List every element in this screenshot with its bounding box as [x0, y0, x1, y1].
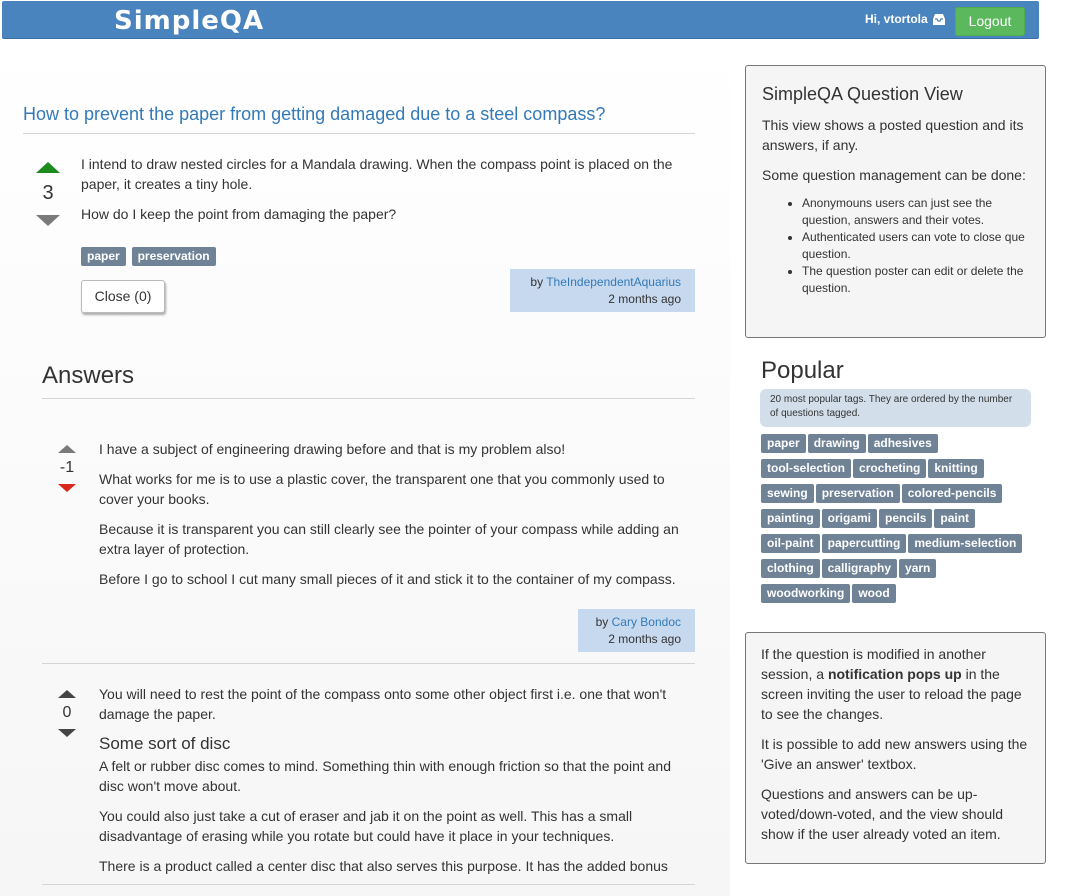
answer-paragraph: Because it is transparent you can still … — [99, 521, 679, 557]
answer-paragraph: A felt or rubber disc comes to mind. Som… — [99, 758, 671, 794]
brand-logo-text: Simple — [114, 6, 220, 36]
brand-logo[interactable]: SimpleQA — [114, 6, 264, 36]
tag-origami[interactable]: origami — [821, 509, 878, 528]
panel-text: Questions and answers can be up-voted/do… — [761, 786, 1004, 842]
tag-crocheting[interactable]: crocheting — [853, 459, 927, 478]
divider — [23, 133, 695, 134]
question-tags: paper preservation — [81, 247, 218, 272]
downvote-icon[interactable] — [36, 215, 60, 226]
tag-wood[interactable]: wood — [852, 584, 896, 603]
tag-pencils[interactable]: pencils — [879, 509, 933, 528]
question-paragraph: How do I keep the point from damaging th… — [81, 206, 397, 222]
tag-paint[interactable]: paint — [934, 509, 976, 528]
upvote-icon[interactable] — [58, 445, 76, 453]
logout-button[interactable]: Logout — [955, 7, 1025, 36]
downvote-icon[interactable] — [58, 484, 76, 492]
downvote-icon[interactable] — [58, 729, 76, 737]
tag-knitting[interactable]: knitting — [928, 459, 984, 478]
tag-adhesives[interactable]: adhesives — [867, 434, 938, 453]
close-vote-button[interactable]: Close (0) — [81, 280, 165, 313]
question-vote-count: 3 — [42, 182, 54, 204]
question-author-link[interactable]: TheIndependentAquarius — [546, 275, 681, 289]
upvote-icon[interactable] — [58, 690, 76, 698]
inbox-icon[interactable] — [932, 13, 946, 26]
answer-body: You will need to rest the point of the c… — [99, 684, 695, 886]
tag-drawing[interactable]: drawing — [807, 434, 866, 453]
tag-woodworking[interactable]: woodworking — [761, 584, 851, 603]
tag-sewing[interactable]: sewing — [761, 484, 814, 503]
answer-subheading: Some sort of disc — [99, 734, 231, 753]
panel-text: If the question is modified in another s… — [761, 644, 1029, 724]
panel-text: It is possible to add new answers using … — [761, 736, 1028, 772]
question-body: I intend to draw nested circles for a Ma… — [81, 154, 696, 234]
tag-oil-paint[interactable]: oil-paint — [761, 534, 820, 553]
answer-author-card: by Cary Bondoc 2 months ago — [578, 609, 695, 652]
popular-note: 20 most popular tags. They are ordered b… — [760, 389, 1031, 427]
panel-text: This view shows a posted question and it… — [762, 117, 1024, 153]
tag-yarn[interactable]: yarn — [899, 559, 937, 578]
answer-vote-count: 0 — [62, 704, 72, 721]
tag-preservation[interactable]: preservation — [131, 247, 216, 266]
navbar: SimpleQA Hi, vtortola Logout — [2, 1, 1039, 39]
tag-tool-selection[interactable]: tool-selection — [761, 459, 852, 478]
by-label: by — [595, 615, 609, 629]
brand-logo-text-qa: QA — [219, 6, 265, 36]
answer-vote-widget: -1 — [57, 445, 77, 492]
question-author-card: by TheIndependentAquarius 2 months ago — [510, 269, 695, 312]
answer-paragraph: You could also just take a cut of eraser… — [99, 808, 633, 844]
answer-time: 2 months ago — [608, 632, 681, 646]
panel-list-item: Anonymouns users can just see the questi… — [802, 195, 1029, 229]
panel-list: Anonymouns users can just see the questi… — [762, 195, 1029, 297]
tag-colored-pencils[interactable]: colored-pencils — [901, 484, 1003, 503]
tag-papercutting[interactable]: papercutting — [821, 534, 907, 553]
answer-paragraph: I have a subject of engineering drawing … — [99, 441, 566, 457]
panel-list-item: The question poster can edit or delete t… — [802, 263, 1029, 297]
info-panel: If the question is modified in another s… — [745, 632, 1046, 864]
divider — [42, 884, 695, 885]
answer-paragraph: There is a product called a center disc … — [99, 858, 668, 874]
tag-preservation[interactable]: preservation — [815, 484, 900, 503]
tag-medium-selection[interactable]: medium-selection — [908, 534, 1023, 553]
tag-painting[interactable]: painting — [761, 509, 820, 528]
question-paragraph: I intend to draw nested circles for a Ma… — [81, 156, 673, 192]
tag-calligraphy[interactable]: calligraphy — [821, 559, 898, 578]
divider — [42, 663, 695, 664]
answer-vote-widget: 0 — [57, 690, 77, 737]
answer-paragraph: You will need to rest the point of the c… — [99, 686, 667, 722]
tag-paper[interactable]: paper — [81, 247, 126, 266]
answers-heading: Answers — [42, 362, 135, 389]
question-title[interactable]: How to prevent the paper from getting da… — [23, 104, 695, 125]
tag-clothing[interactable]: clothing — [761, 559, 820, 578]
upvote-icon[interactable] — [36, 162, 60, 173]
popular-heading: Popular — [761, 357, 844, 384]
by-label: by — [530, 275, 544, 289]
answer-body: I have a subject of engineering drawing … — [99, 439, 695, 599]
answer-paragraph: What works for me is to use a plastic co… — [99, 471, 665, 507]
panel-list-item: Authenticated users can vote to close qu… — [802, 229, 1029, 263]
user-greeting[interactable]: Hi, vtortola — [865, 12, 928, 26]
answer-paragraph: Before I go to school I cut many small p… — [99, 571, 676, 587]
panel-text-bold: notification pops up — [827, 666, 962, 682]
divider — [42, 398, 695, 399]
answer-author-link[interactable]: Cary Bondoc — [612, 615, 681, 629]
panel-title: SimpleQA Question View — [762, 84, 963, 104]
popular-tags: paper drawing adhesives tool-selection croc… — [761, 434, 1036, 609]
tag-paper[interactable]: paper — [761, 434, 806, 453]
panel-text: Some question management can be done: — [762, 167, 1026, 183]
question-time: 2 months ago — [608, 292, 681, 306]
question-view-panel: SimpleQA Question View This view shows a… — [745, 65, 1046, 338]
answer-vote-count: -1 — [59, 459, 75, 476]
question-vote-widget: 3 — [35, 162, 61, 226]
